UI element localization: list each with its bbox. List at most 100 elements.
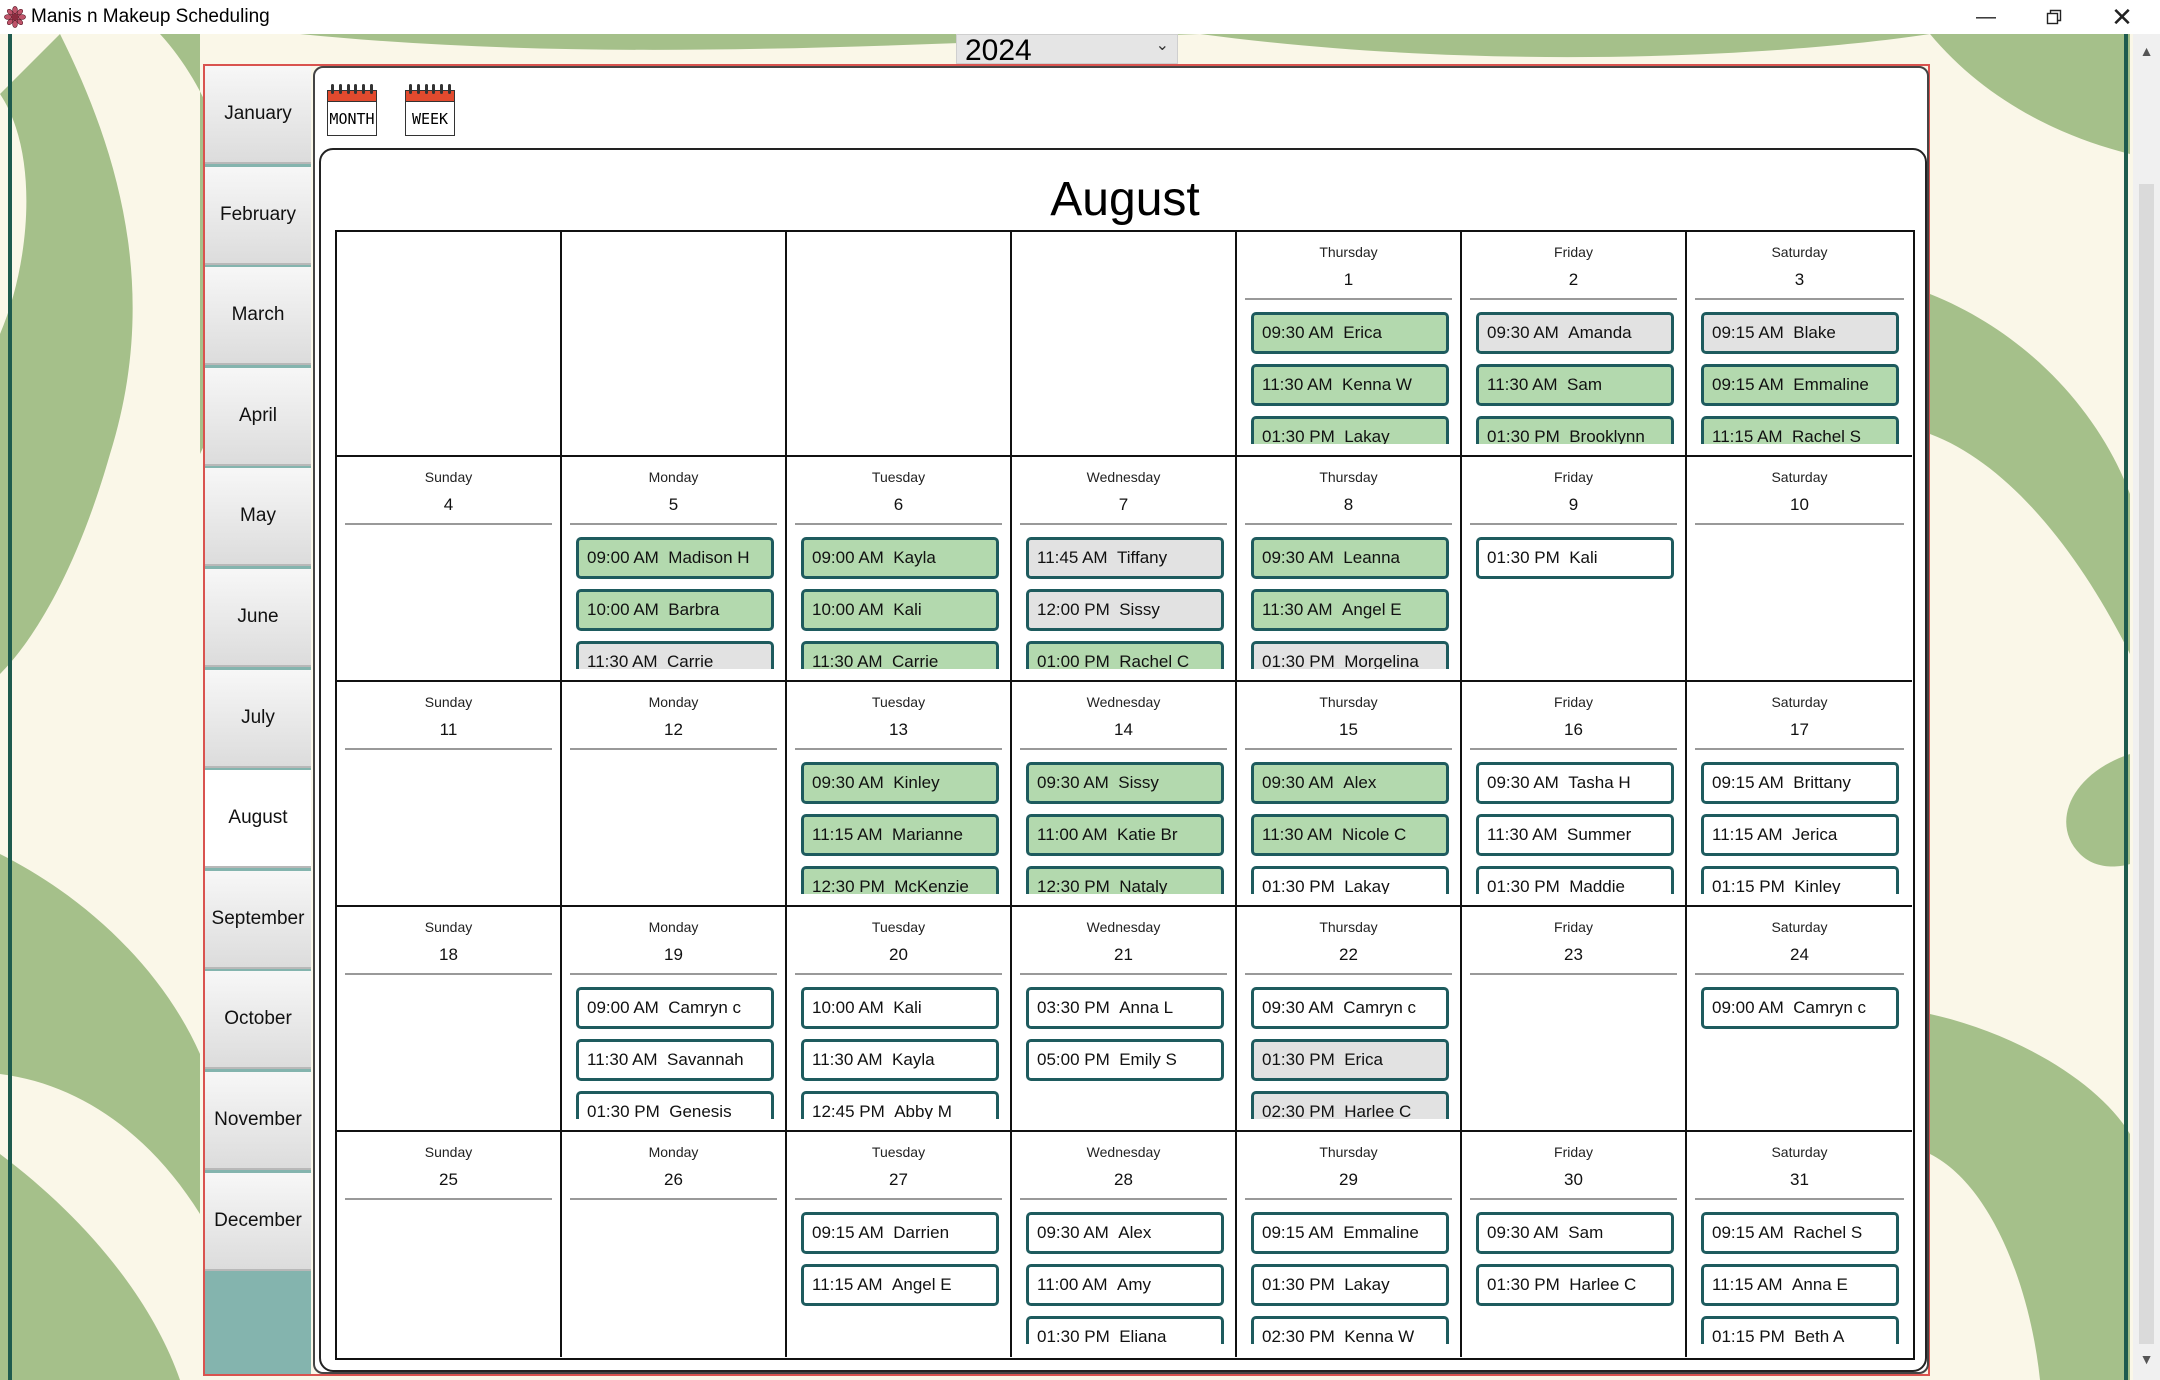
- appointment-item[interactable]: 02:30 PM Harlee C: [1251, 1091, 1449, 1119]
- appointment-item[interactable]: 12:30 PM Nataly: [1026, 866, 1224, 894]
- appointment-item[interactable]: 09:15 AM Emmaline: [1251, 1212, 1449, 1254]
- appointment-item[interactable]: 09:15 AM Blake: [1701, 312, 1899, 354]
- day-cell-20[interactable]: Tuesday 20 10:00 AM Kali 11:30 AM Kayla 12:4…: [787, 907, 1012, 1132]
- month-button-july[interactable]: July: [205, 669, 311, 768]
- day-cell-23[interactable]: Friday 23: [1462, 907, 1687, 1132]
- appointment-item[interactable]: 11:15 AM Jerica: [1701, 814, 1899, 856]
- appointment-item[interactable]: 09:15 AM Brittany: [1701, 762, 1899, 804]
- month-button-september[interactable]: September: [205, 870, 311, 969]
- scroll-up-icon[interactable]: ▲: [2133, 38, 2160, 64]
- day-cell-26[interactable]: Monday 26: [562, 1132, 787, 1357]
- appointment-item[interactable]: 11:15 AM Anna E: [1701, 1264, 1899, 1306]
- month-button-december[interactable]: December: [205, 1172, 311, 1271]
- appointment-item[interactable]: 11:30 AM Kenna W: [1251, 364, 1449, 406]
- appointment-item[interactable]: 01:30 PM Lakay: [1251, 866, 1449, 894]
- appointment-item[interactable]: 09:30 AM Alex: [1026, 1212, 1224, 1254]
- day-cell-7[interactable]: Wednesday 7 11:45 AM Tiffany 12:00 PM Sissy…: [1012, 457, 1237, 682]
- day-cell-12[interactable]: Monday 12: [562, 682, 787, 907]
- month-button-october[interactable]: October: [205, 971, 311, 1070]
- appointment-item[interactable]: 11:00 AM Amy: [1026, 1264, 1224, 1306]
- vertical-scrollbar[interactable]: ▲ ▼: [2133, 34, 2160, 1380]
- appointment-item[interactable]: 10:00 AM Barbra: [576, 589, 774, 631]
- appointment-item[interactable]: 12:00 PM Sissy: [1026, 589, 1224, 631]
- appointment-item[interactable]: 11:15 AM Marianne: [801, 814, 999, 856]
- week-view-button[interactable]: WEEK: [403, 82, 457, 136]
- appointment-item[interactable]: 01:15 PM Beth A: [1701, 1316, 1899, 1344]
- day-cell-13[interactable]: Tuesday 13 09:30 AM Kinley 11:15 AM Mariann…: [787, 682, 1012, 907]
- appointment-item[interactable]: 01:30 PM Eliana: [1026, 1316, 1224, 1344]
- appointment-item[interactable]: 02:30 PM Kenna W: [1251, 1316, 1449, 1344]
- appointment-item[interactable]: 11:30 AM Carrie: [801, 641, 999, 669]
- day-cell-11[interactable]: Sunday 11: [337, 682, 562, 907]
- day-cell-14[interactable]: Wednesday 14 09:30 AM Sissy 11:00 AM Katie …: [1012, 682, 1237, 907]
- appointment-item[interactable]: 11:30 AM Carrie: [576, 641, 774, 669]
- appointment-item[interactable]: 09:30 AM Tasha H: [1476, 762, 1674, 804]
- appointment-item[interactable]: 12:30 PM McKenzie: [801, 866, 999, 894]
- appointment-item[interactable]: 01:30 PM Kali: [1476, 537, 1674, 579]
- appointment-item[interactable]: 09:00 AM Madison H: [576, 537, 774, 579]
- appointment-item[interactable]: 09:15 AM Darrien: [801, 1212, 999, 1254]
- appointment-item[interactable]: 09:00 AM Camryn c: [576, 987, 774, 1029]
- day-cell-21[interactable]: Wednesday 21 03:30 PM Anna L 05:00 PM Emily…: [1012, 907, 1237, 1132]
- day-cell-19[interactable]: Monday 19 09:00 AM Camryn c 11:30 AM Savann…: [562, 907, 787, 1132]
- day-cell-25[interactable]: Sunday 25: [337, 1132, 562, 1357]
- appointment-item[interactable]: 09:30 AM Kinley: [801, 762, 999, 804]
- appointment-item[interactable]: 11:30 AM Savannah: [576, 1039, 774, 1081]
- appointment-item[interactable]: 09:30 AM Sissy: [1026, 762, 1224, 804]
- appointment-item[interactable]: 01:30 PM Erica: [1251, 1039, 1449, 1081]
- month-button-april[interactable]: April: [205, 367, 311, 466]
- appointment-item[interactable]: 01:30 PM Morgelina: [1251, 641, 1449, 669]
- appointment-item[interactable]: 11:30 AM Summer: [1476, 814, 1674, 856]
- day-cell-18[interactable]: Sunday 18: [337, 907, 562, 1132]
- day-cell-4[interactable]: Sunday 4: [337, 457, 562, 682]
- month-button-november[interactable]: November: [205, 1072, 311, 1170]
- day-cell-16[interactable]: Friday 16 09:30 AM Tasha H 11:30 AM Summer 0…: [1462, 682, 1687, 907]
- appointment-item[interactable]: 11:15 AM Angel E: [801, 1264, 999, 1306]
- minimize-button[interactable]: —: [1952, 0, 2020, 34]
- appointment-item[interactable]: 09:30 AM Sam: [1476, 1212, 1674, 1254]
- appointment-item[interactable]: 10:00 AM Kali: [801, 589, 999, 631]
- year-select[interactable]: 2024 ⌄: [956, 34, 1178, 67]
- month-view-button[interactable]: MONTH: [325, 82, 379, 136]
- day-cell-30[interactable]: Friday 30 09:30 AM Sam 01:30 PM Harlee C: [1462, 1132, 1687, 1357]
- appointment-item[interactable]: 03:30 PM Anna L: [1026, 987, 1224, 1029]
- day-cell-1[interactable]: Thursday 1 09:30 AM Erica 11:30 AM Kenna W0…: [1237, 232, 1462, 457]
- month-button-june[interactable]: June: [205, 569, 311, 667]
- day-cell-8[interactable]: Thursday 8 09:30 AM Leanna 11:30 AM Angel E…: [1237, 457, 1462, 682]
- appointment-item[interactable]: 09:00 AM Camryn c: [1701, 987, 1899, 1029]
- appointment-item[interactable]: 09:15 AM Emmaline: [1701, 364, 1899, 406]
- appointment-item[interactable]: 12:45 PM Abby M: [801, 1091, 999, 1119]
- day-cell-2[interactable]: Friday 2 09:30 AM Amanda 11:30 AM Sam 01:30 …: [1462, 232, 1687, 457]
- day-cell-28[interactable]: Wednesday 28 09:30 AM Alex 11:00 AM Amy 01:3…: [1012, 1132, 1237, 1357]
- appointment-item[interactable]: 11:30 AM Sam: [1476, 364, 1674, 406]
- appointment-item[interactable]: 09:00 AM Kayla: [801, 537, 999, 579]
- appointment-item[interactable]: 09:30 AM Amanda: [1476, 312, 1674, 354]
- appointment-item[interactable]: 11:45 AM Tiffany: [1026, 537, 1224, 579]
- scroll-thumb[interactable]: [2139, 184, 2154, 1344]
- appointment-item[interactable]: 09:30 AM Erica: [1251, 312, 1449, 354]
- day-cell-10[interactable]: Saturday 10: [1687, 457, 1912, 682]
- appointment-item[interactable]: 11:30 AM Nicole C: [1251, 814, 1449, 856]
- appointment-item[interactable]: 09:15 AM Rachel S: [1701, 1212, 1899, 1254]
- appointment-item[interactable]: 01:15 PM Kinley: [1701, 866, 1899, 894]
- day-cell-24[interactable]: Saturday 24 09:00 AM Camryn c: [1687, 907, 1912, 1132]
- day-cell-29[interactable]: Thursday 29 09:15 AM Emmaline 01:30 PM Laka…: [1237, 1132, 1462, 1357]
- month-button-may[interactable]: May: [205, 468, 311, 567]
- day-cell-6[interactable]: Tuesday 6 09:00 AM Kayla 10:00 AM Kali 11:30…: [787, 457, 1012, 682]
- day-cell-15[interactable]: Thursday 15 09:30 AM Alex 11:30 AM Nicole C…: [1237, 682, 1462, 907]
- day-cell-27[interactable]: Tuesday 27 09:15 AM Darrien 11:15 AM Angel …: [787, 1132, 1012, 1357]
- appointment-item[interactable]: 11:30 AM Angel E: [1251, 589, 1449, 631]
- appointment-item[interactable]: 01:30 PM Brooklynn: [1476, 416, 1674, 444]
- day-cell-9[interactable]: Friday 9 01:30 PM Kali: [1462, 457, 1687, 682]
- day-cell-22[interactable]: Thursday 22 09:30 AM Camryn c 01:30 PM Eric…: [1237, 907, 1462, 1132]
- restore-button[interactable]: [2020, 0, 2088, 34]
- day-cell-17[interactable]: Saturday 17 09:15 AM Brittany 11:15 AM Jeri…: [1687, 682, 1912, 907]
- month-button-february[interactable]: February: [205, 166, 311, 265]
- appointment-item[interactable]: 01:30 PM Lakay: [1251, 416, 1449, 444]
- appointment-item[interactable]: 05:00 PM Emily S: [1026, 1039, 1224, 1081]
- day-cell-3[interactable]: Saturday 3 09:15 AM Blake 09:15 AM Emmaline…: [1687, 232, 1912, 457]
- appointment-item[interactable]: 11:15 AM Rachel S: [1701, 416, 1899, 444]
- appointment-item[interactable]: 01:30 PM Genesis: [576, 1091, 774, 1119]
- appointment-item[interactable]: 01:30 PM Lakay: [1251, 1264, 1449, 1306]
- appointment-item[interactable]: 01:00 PM Rachel C: [1026, 641, 1224, 669]
